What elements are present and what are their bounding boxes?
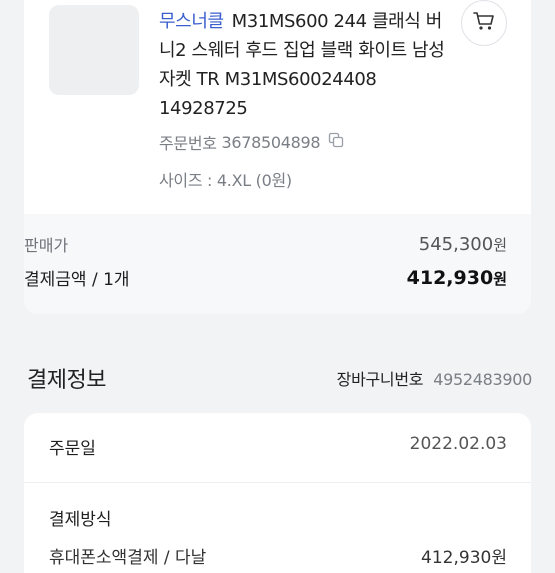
sale-price-value: 545,300원 bbox=[419, 234, 507, 255]
payment-method-row: 결제방식 bbox=[49, 505, 507, 530]
order-date-value: 2022.02.03 bbox=[409, 434, 507, 454]
cart-icon bbox=[473, 11, 495, 35]
order-number-label: 주문번호 bbox=[159, 134, 217, 153]
payment-method-label: 결제방식 bbox=[49, 510, 112, 530]
cart-number-label: 장바구니번호 bbox=[336, 370, 424, 389]
product-title[interactable]: 무스너클 M31MS600 244 클래식 버니2 스웨터 후드 집업 블랙 화이… bbox=[159, 7, 449, 123]
payment-method-amount: 412,930원 bbox=[421, 548, 507, 568]
product-brand[interactable]: 무스너클 bbox=[159, 11, 224, 32]
copy-icon[interactable] bbox=[328, 132, 344, 152]
price-summary bbox=[24, 214, 531, 314]
sale-price-row: 판매가 545,300원 bbox=[24, 232, 507, 256]
sale-price-label: 판매가 bbox=[24, 236, 69, 255]
add-to-cart-button[interactable] bbox=[461, 0, 507, 46]
payment-amount-number: 412,930 bbox=[406, 266, 494, 289]
divider bbox=[24, 482, 531, 483]
payment-amount-currency: 원 bbox=[493, 269, 507, 288]
payment-info-title: 결제정보 bbox=[27, 368, 106, 393]
sale-price-amount: 545,300 bbox=[418, 233, 494, 255]
payment-amount-label: 결제금액 / 1개 bbox=[24, 270, 130, 290]
order-date-row: 주문일 2022.02.03 bbox=[49, 434, 507, 459]
sale-price-currency: 원 bbox=[493, 235, 507, 254]
cart-number-value: 4952483900 bbox=[433, 370, 532, 389]
payment-amount-row: 결제금액 / 1개 412,930원 bbox=[24, 265, 507, 291]
order-number-value: 3678504898 bbox=[221, 132, 321, 152]
option-size: 사이즈 : 4.XL (0원) bbox=[159, 171, 292, 190]
payment-method-detail-row: 휴대폰소액결제 / 다날 412,930원 bbox=[49, 543, 507, 568]
payment-method-detail: 휴대폰소액결제 / 다날 bbox=[49, 548, 207, 568]
product-thumbnail[interactable] bbox=[49, 5, 139, 95]
order-date-label: 주문일 bbox=[49, 439, 96, 459]
payment-amount-value: 412,930원 bbox=[407, 267, 507, 289]
order-number: 주문번호 3678504898 bbox=[159, 130, 344, 154]
cart-number: 장바구니번호 4952483900 bbox=[336, 366, 533, 390]
